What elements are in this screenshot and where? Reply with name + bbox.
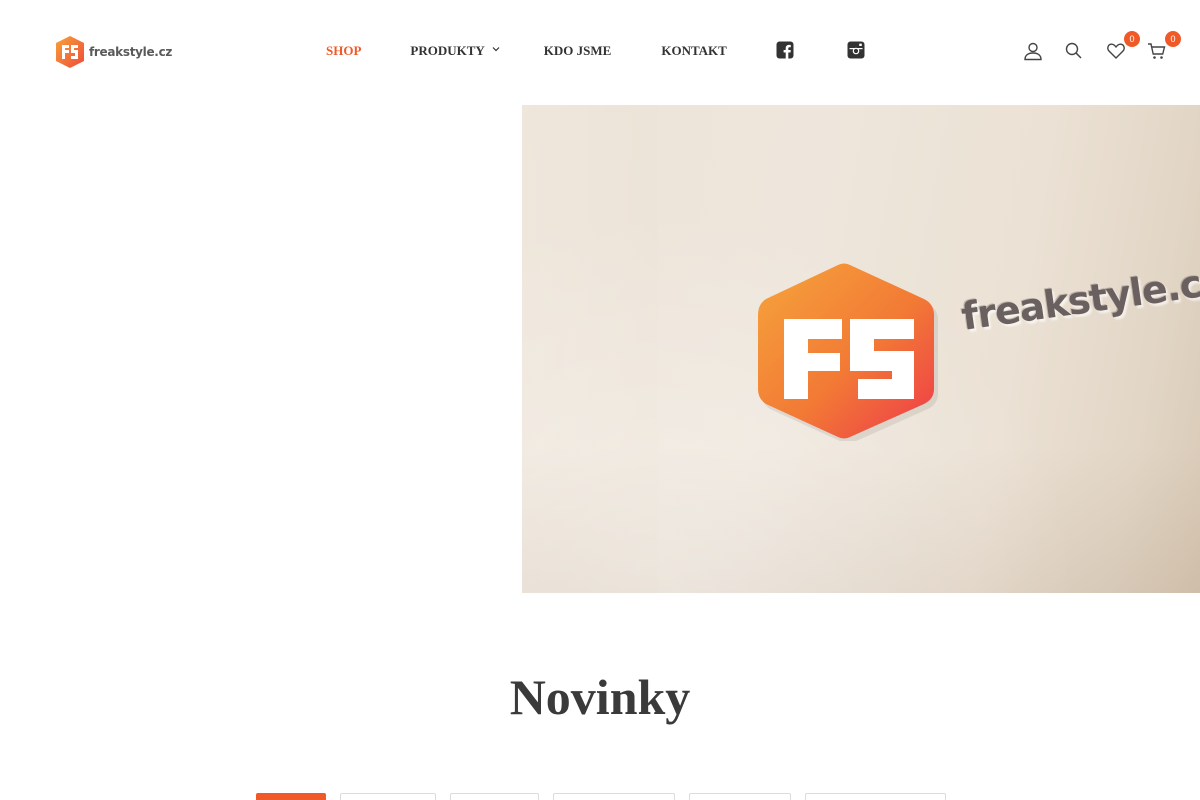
site-logo[interactable]: freakstyle.cz	[54, 35, 172, 69]
category-tab[interactable]	[805, 793, 946, 800]
section-title: Novinky	[509, 669, 691, 725]
nav-item-produkty-label: PRODUKTY	[410, 43, 485, 58]
wishlist-count-badge: 0	[1124, 31, 1140, 47]
category-tab[interactable]	[553, 793, 675, 800]
logo-icon	[56, 36, 84, 68]
logo-text: freakstyle.cz	[89, 45, 173, 59]
category-tab[interactable]	[340, 793, 436, 800]
nav-item-kdo-jsme[interactable]: KDO JSME	[544, 43, 612, 59]
header-tools: 0 0	[1023, 31, 1181, 61]
facebook-icon[interactable]	[776, 41, 794, 59]
brand-logo-mark	[758, 263, 938, 441]
chevron-down-icon	[492, 47, 500, 52]
category-tab[interactable]	[689, 793, 791, 800]
hero-banner[interactable]: freakstyle.cz	[522, 105, 1200, 593]
user-icon[interactable]	[1023, 41, 1043, 61]
cart-icon[interactable]: 0	[1147, 31, 1181, 61]
category-tabs	[256, 793, 960, 800]
category-tab[interactable]	[450, 793, 539, 800]
category-tab[interactable]	[256, 793, 326, 800]
search-icon[interactable]	[1064, 41, 1084, 61]
nav-item-kontakt[interactable]: KONTAKT	[661, 43, 727, 59]
site-header: freakstyle.cz SHOP PRODUKTY KDO JSME KON…	[0, 0, 1200, 104]
cart-count-badge: 0	[1165, 31, 1181, 47]
nav-item-shop[interactable]: SHOP	[326, 43, 361, 59]
heart-icon[interactable]: 0	[1106, 31, 1140, 61]
nav-item-produkty[interactable]: PRODUKTY	[410, 43, 500, 59]
main-nav: SHOP PRODUKTY KDO JSME KONTAKT	[326, 41, 865, 59]
instagram-icon[interactable]	[847, 41, 865, 59]
